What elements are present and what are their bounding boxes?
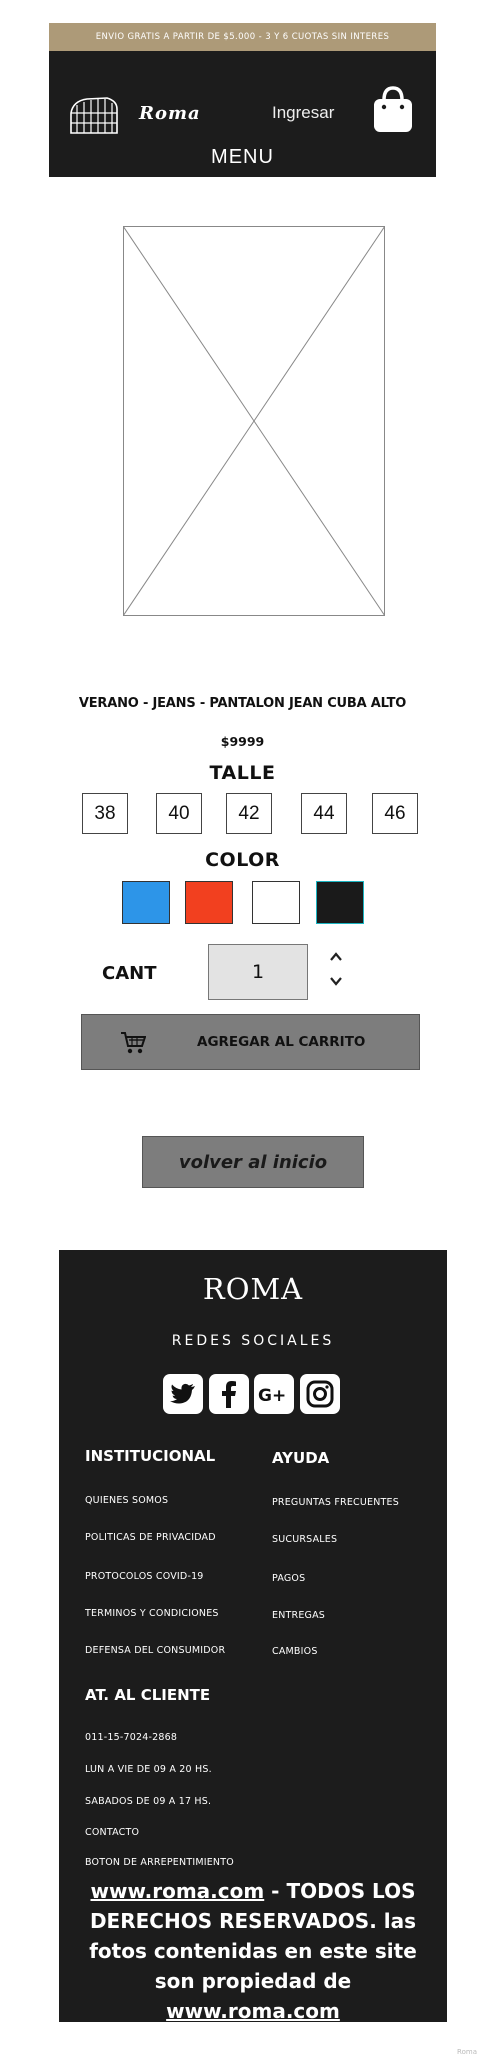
footer-link[interactable]: CONTACTO: [85, 1827, 139, 1838]
copyright-notice: www.roma.com - TODOS LOS DERECHOS RESERV…: [69, 1876, 437, 2026]
color-swatch-blue[interactable]: [122, 881, 170, 924]
footer-link[interactable]: PROTOCOLOS COVID-19: [85, 1571, 204, 1582]
colosseum-logo-icon[interactable]: [67, 95, 121, 135]
size-option[interactable]: 44: [301, 793, 347, 834]
shopping-cart-icon: [121, 1032, 146, 1054]
social-title: REDES SOCIALES: [171, 1333, 335, 1349]
size-option[interactable]: 38: [82, 793, 128, 834]
color-swatch-black[interactable]: [316, 881, 364, 924]
footer-link[interactable]: BOTON DE ARREPENTIMIENTO: [85, 1857, 234, 1868]
add-to-cart-button[interactable]: AGREGAR AL CARRITO: [81, 1014, 420, 1070]
login-link[interactable]: Ingresar: [272, 103, 334, 123]
phone-number[interactable]: 011-15-7024-2868: [85, 1732, 177, 1743]
ayuda-heading: AYUDA: [272, 1449, 330, 1467]
watermark: Roma: [457, 2048, 477, 2056]
facebook-icon[interactable]: [209, 1374, 249, 1414]
footer-link[interactable]: ENTREGAS: [272, 1610, 325, 1621]
chevron-up-icon[interactable]: [328, 950, 344, 964]
footer-link[interactable]: PAGOS: [272, 1573, 305, 1584]
footer-link[interactable]: TERMINOS Y CONDICIONES: [85, 1608, 219, 1619]
color-swatch-red[interactable]: [185, 881, 233, 924]
quantity-label: CANT: [102, 963, 157, 984]
customer-service-heading: AT. AL CLIENTE: [85, 1686, 211, 1704]
menu-button[interactable]: MENU: [49, 146, 436, 169]
twitter-icon[interactable]: [163, 1374, 203, 1414]
site-link[interactable]: www.roma.com: [90, 1879, 264, 1903]
institucional-heading: INSTITUCIONAL: [85, 1447, 216, 1465]
footer-brand: ROMA: [202, 1272, 304, 1306]
footer-link[interactable]: CAMBIOS: [272, 1646, 318, 1657]
product-image-placeholder: [123, 226, 385, 616]
size-option[interactable]: 40: [156, 793, 202, 834]
site-header: Roma Ingresar MENU: [49, 51, 436, 177]
size-label: TALLE: [209, 762, 276, 784]
google-plus-icon[interactable]: G+: [254, 1374, 294, 1414]
color-label: COLOR: [205, 849, 280, 871]
weekday-hours: LUN A VIE DE 09 A 20 HS.: [85, 1764, 212, 1775]
size-option[interactable]: 46: [372, 793, 418, 834]
site-footer: ROMA REDES SOCIALES G+ INSTITUCIONAL AYU…: [59, 1250, 447, 2023]
brand-logo-text[interactable]: Roma: [139, 103, 201, 124]
svg-text:G+: G+: [258, 1386, 286, 1406]
footer-link[interactable]: DEFENSA DEL CONSUMIDOR: [85, 1645, 225, 1656]
product-price: $9999: [220, 734, 265, 749]
add-to-cart-label: AGREGAR AL CARRITO: [197, 1034, 366, 1050]
footer-link[interactable]: SUCURSALES: [272, 1534, 337, 1545]
chevron-down-icon[interactable]: [328, 974, 344, 988]
color-swatch-white[interactable]: [252, 881, 300, 924]
site-link[interactable]: www.roma.com: [166, 1999, 340, 2023]
footer-link[interactable]: PREGUNTAS FRECUENTES: [272, 1497, 399, 1508]
size-option[interactable]: 42: [226, 793, 272, 834]
footer-link[interactable]: QUIENES SOMOS: [85, 1495, 168, 1506]
shopping-bag-icon[interactable]: [371, 84, 415, 134]
quantity-input[interactable]: 1: [208, 944, 308, 1000]
promo-banner: ENVIO GRATIS A PARTIR DE $5.000 - 3 Y 6 …: [49, 23, 436, 51]
saturday-hours: SABADOS DE 09 A 17 HS.: [85, 1796, 212, 1807]
product-title: VERANO - JEANS - PANTALON JEAN CUBA ALTO: [78, 696, 407, 711]
back-to-home-button[interactable]: volver al inicio: [142, 1136, 364, 1188]
instagram-icon[interactable]: [300, 1374, 340, 1414]
footer-link[interactable]: POLITICAS DE PRIVACIDAD: [85, 1532, 216, 1543]
